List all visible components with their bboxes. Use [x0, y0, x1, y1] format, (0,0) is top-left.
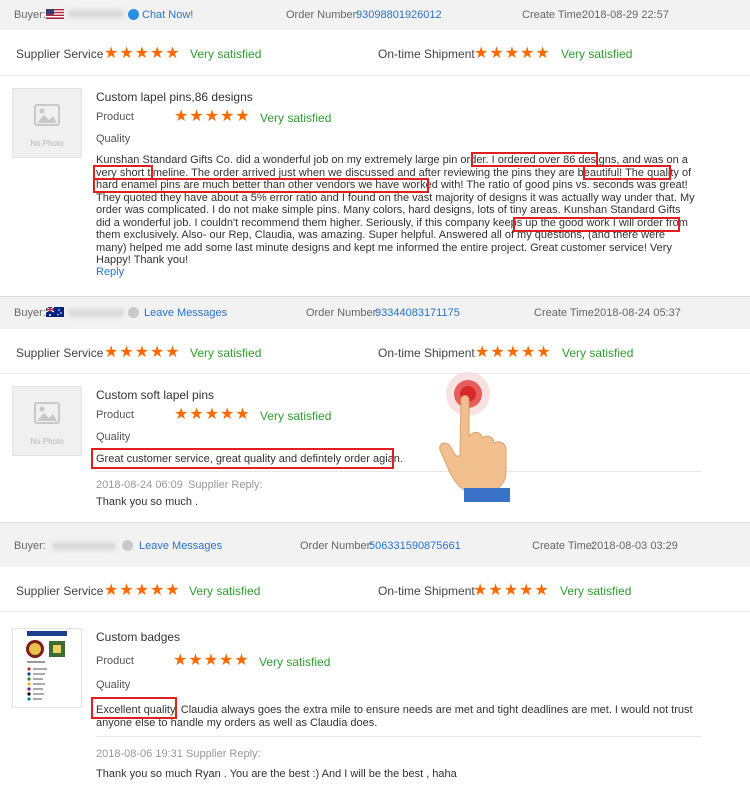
highlight-box — [583, 165, 671, 180]
product-stars: ★★★★★ — [173, 652, 250, 669]
create-time-label: Create Time: — [532, 540, 595, 552]
seller-rating-row: Supplier Service ★★★★★ Very satisfied On… — [0, 30, 750, 76]
supplier-reply-text: Thank you so much . — [96, 496, 199, 508]
order-number-value[interactable]: 93098801926012 — [356, 9, 442, 21]
product-thumbnail[interactable]: No Photo — [12, 88, 82, 158]
leave-messages-link[interactable]: Leave Messages — [144, 307, 227, 319]
shipment-rating: Very satisfied — [561, 47, 633, 61]
product-thumbnail[interactable]: No Photo — [12, 386, 82, 456]
quality-label: Quality — [96, 133, 131, 145]
supplier-service-label: Supplier Service — [16, 346, 104, 360]
review-body: No Photo Custom soft lapel pins Product … — [0, 374, 750, 522]
leave-messages-link[interactable]: Leave Messages — [139, 540, 222, 552]
highlight-box — [93, 178, 429, 193]
supplier-service-rating: Very satisfied — [189, 584, 261, 598]
supplier-service-stars: ★★★★★ — [104, 582, 181, 599]
highlight-box — [513, 217, 680, 232]
shipment-label: On-time Shipment — [378, 584, 475, 598]
product-thumbnail[interactable] — [12, 628, 82, 708]
product-label: Product — [96, 409, 134, 421]
message-icon[interactable] — [128, 307, 139, 318]
create-time-value: 2018-08-29 22:57 — [582, 9, 669, 21]
review-text-container: Excellent quality. Claudia always goes t… — [96, 704, 696, 729]
no-photo-text: No Photo — [30, 437, 64, 446]
create-time-label: Create Time: — [534, 307, 597, 319]
message-icon[interactable] — [122, 540, 133, 551]
seller-rating-row: Supplier Service ★★★★★ Very satisfied On… — [0, 567, 750, 612]
review-text: Claudia always goes the extra mile to en… — [96, 704, 693, 729]
product-rating: Very satisfied — [259, 655, 331, 669]
product-title: Custom lapel pins,86 designs — [96, 90, 253, 104]
shipment-stars: ★★★★★ — [475, 344, 552, 361]
product-label: Product — [96, 655, 134, 667]
reply-link[interactable]: Reply — [96, 266, 124, 278]
buyer-name-obscured — [52, 542, 116, 550]
buyer-label: Buyer: — [14, 307, 46, 319]
product-stars: ★★★★★ — [174, 406, 251, 423]
shipment-label: On-time Shipment — [378, 346, 475, 360]
supplier-service-rating: Very satisfied — [190, 346, 262, 360]
au-flag-icon — [46, 307, 64, 317]
supplier-service-stars: ★★★★★ — [104, 45, 181, 62]
image-icon — [34, 103, 60, 126]
shipment-label: On-time Shipment — [378, 47, 475, 61]
product-stars: ★★★★★ — [174, 108, 251, 125]
order-number-value[interactable]: 506331590875661 — [369, 540, 461, 552]
supplier-service-stars: ★★★★★ — [104, 344, 181, 361]
order-number-label: Order Number: — [286, 9, 360, 21]
product-title: Custom badges — [96, 630, 181, 644]
create-time-label: Create Time: — [522, 9, 585, 21]
buyer-label: Buyer: — [14, 540, 46, 552]
supplier-service-label: Supplier Service — [16, 47, 104, 61]
highlight-box — [91, 697, 177, 719]
us-flag-icon — [46, 9, 64, 19]
image-icon — [34, 401, 60, 424]
create-time-value: 2018-08-03 03:29 — [591, 540, 678, 552]
supplier-service-label: Supplier Service — [16, 584, 104, 598]
reply-date: 2018-08-06 19:31 — [96, 748, 183, 760]
product-rating: Very satisfied — [260, 111, 332, 125]
supplier-service-rating: Very satisfied — [190, 47, 262, 61]
supplier-reply-text: Thank you so much Ryan . You are the bes… — [96, 768, 457, 780]
chat-now-link[interactable]: Chat Now! — [142, 9, 193, 21]
product-label: Product — [96, 111, 134, 123]
badge-image — [26, 631, 67, 701]
no-photo-text: No Photo — [30, 139, 64, 148]
quality-label: Quality — [96, 679, 131, 691]
shipment-rating: Very satisfied — [560, 584, 632, 598]
reply-divider — [96, 736, 702, 737]
review-meta-bar: Buyer: Leave Messages Order Number: 5063… — [0, 523, 750, 567]
reply-divider — [96, 471, 702, 472]
order-number-label: Order Number: — [300, 540, 374, 552]
buyer-label: Buyer: — [14, 9, 46, 21]
chat-icon[interactable] — [128, 9, 139, 20]
review-body: Custom badges Product ★★★★★ Very satisfi… — [0, 612, 750, 800]
highlight-box — [471, 152, 598, 167]
product-title: Custom soft lapel pins — [96, 388, 215, 402]
shipment-rating: Very satisfied — [562, 346, 634, 360]
quality-label: Quality — [96, 431, 131, 443]
create-time-value: 2018-08-24 05:37 — [594, 307, 681, 319]
order-number-label: Order Number: — [306, 307, 380, 319]
buyer-name-obscured — [68, 10, 124, 18]
review-meta-bar: Buyer: Leave Messages Order Number: 9334… — [0, 297, 750, 329]
review-body: No Photo Custom lapel pins,86 designs Pr… — [0, 76, 750, 296]
shipment-stars: ★★★★★ — [474, 45, 551, 62]
shipment-stars: ★★★★★ — [473, 582, 550, 599]
review-meta-bar: Buyer: Chat Now! Order Number: 930988019… — [0, 0, 750, 30]
highlight-box — [91, 448, 394, 469]
buyer-name-obscured — [68, 309, 124, 317]
pointing-hand-icon — [439, 372, 510, 502]
reply-date: 2018-08-24 06:09 — [96, 479, 183, 491]
order-number-value[interactable]: 93344083171175 — [375, 307, 460, 319]
product-rating: Very satisfied — [260, 409, 332, 423]
supplier-reply-label: Supplier Reply: — [186, 748, 261, 760]
supplier-reply-label: Supplier Reply: — [188, 479, 263, 491]
seller-rating-row: Supplier Service ★★★★★ Very satisfied On… — [0, 329, 750, 374]
